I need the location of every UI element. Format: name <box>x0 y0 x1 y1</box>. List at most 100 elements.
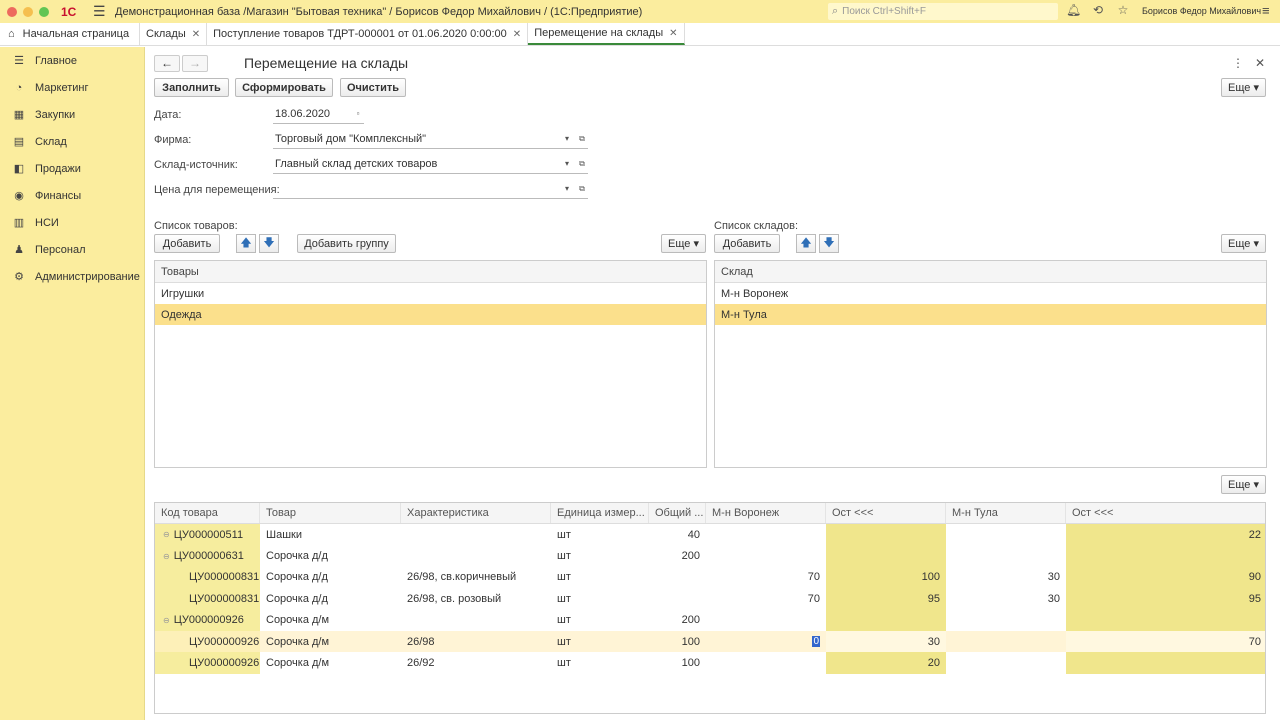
distribution-table[interactable]: Код товара Товар Характеристика Единица … <box>154 502 1266 714</box>
date-field[interactable]: 18.06.2020 ▫ <box>273 105 364 124</box>
add-goods-button[interactable]: Добавить <box>154 234 220 253</box>
col-header-code[interactable]: Код товара <box>155 503 260 523</box>
cell-vor[interactable]: 70 <box>706 567 826 588</box>
collapse-icon[interactable]: ⊖ <box>163 552 170 561</box>
sidebar-item-marketing[interactable]: ◔ Маркетинг <box>0 74 144 101</box>
cell-vor[interactable] <box>706 545 826 566</box>
cell-name[interactable]: Сорочка д/д <box>260 567 401 588</box>
cell-char[interactable]: 26/98, св. розовый <box>401 588 551 609</box>
star-icon[interactable]: ☆ <box>1116 3 1130 17</box>
table-row[interactable]: ЦУ000000831 Сорочка д/д 26/98, св. розовый… <box>155 588 1265 610</box>
cell-unit[interactable]: шт <box>551 588 649 609</box>
cell-ost2[interactable] <box>1066 609 1265 631</box>
cell-tula[interactable]: 30 <box>946 567 1066 588</box>
cell-code[interactable]: ⊖ ЦУ000000511 <box>155 524 260 546</box>
sidebar-item-personnel[interactable]: ♟ Персонал <box>0 236 144 263</box>
add-group-button[interactable]: Добавить группу <box>297 234 396 253</box>
open-icon[interactable]: ⧉ <box>576 157 588 171</box>
cell-ost2[interactable]: 90 <box>1066 566 1265 589</box>
sidebar-item-reference[interactable]: ▥ НСИ <box>0 209 144 236</box>
cell-tula[interactable] <box>946 652 1066 673</box>
dropdown-icon[interactable]: ▾ <box>561 157 573 171</box>
table-row[interactable]: ЦУ000000926 Сорочка д/м 26/98 шт 100 0 30 70 <box>155 630 1265 653</box>
col-header-voronezh[interactable]: М-н Воронеж <box>706 503 826 523</box>
move-down-icon[interactable]: 🡇 <box>819 234 839 253</box>
cell-name[interactable]: Сорочка д/м <box>260 610 401 631</box>
collapse-icon[interactable]: ⊖ <box>163 530 170 539</box>
close-icon[interactable]: ✕ <box>669 28 677 39</box>
list-item[interactable]: М-н Воронеж <box>715 283 1266 304</box>
sidebar-item-administration[interactable]: ⚙ Администрирование <box>0 263 144 290</box>
table-row[interactable]: ЦУ000000831 Сорочка д/д 26/98, св.коричнев… <box>155 566 1265 589</box>
dropdown-icon[interactable]: ▾ <box>561 182 573 196</box>
fill-button[interactable]: Заполнить <box>154 78 229 97</box>
move-down-icon[interactable]: 🡇 <box>259 234 279 253</box>
cell-unit[interactable]: шт <box>551 524 649 545</box>
table-row[interactable]: ⊖ ЦУ000000631 Сорочка д/д шт 200 <box>155 545 1265 567</box>
sidebar-item-main[interactable]: ☰ Главное <box>0 47 144 74</box>
cell-vor[interactable] <box>706 652 826 673</box>
cell-ost2[interactable]: 22 <box>1066 524 1265 546</box>
cell-unit[interactable]: шт <box>551 631 649 652</box>
goods-more-button[interactable]: Еще ▾ <box>661 234 706 253</box>
generate-button[interactable]: Сформировать <box>235 78 333 97</box>
cell-unit[interactable]: шт <box>551 567 649 588</box>
calendar-icon[interactable]: ▫ <box>352 107 364 121</box>
cell-code[interactable]: ЦУ000000831 <box>155 588 260 610</box>
dropdown-icon[interactable]: ▾ <box>561 132 573 146</box>
cell-char[interactable]: 26/98 <box>401 631 551 652</box>
table-row[interactable]: ЦУ000000926 Сорочка д/м 26/92 шт 100 20 <box>155 652 1265 674</box>
cell-ost1[interactable]: 30 <box>826 630 946 653</box>
clear-button[interactable]: Очистить <box>340 78 406 97</box>
stores-list[interactable]: Склад М-н Воронеж М-н Тула <box>714 260 1267 468</box>
cell-unit[interactable]: шт <box>551 652 649 673</box>
bell-icon[interactable]: 🔔︎ <box>1066 3 1081 17</box>
cell-name[interactable]: Сорочка д/д <box>260 545 401 566</box>
forward-button[interactable]: → <box>182 55 208 72</box>
cell-total[interactable]: 200 <box>649 545 706 566</box>
cell-code[interactable]: ⊖ ЦУ000000631 <box>155 545 260 567</box>
cell-char[interactable] <box>401 610 551 631</box>
close-icon[interactable]: ✕ <box>513 29 521 40</box>
cell-char[interactable] <box>401 524 551 545</box>
cell-total[interactable]: 40 <box>649 524 706 545</box>
cell-code[interactable]: ЦУ000000926 <box>155 652 260 674</box>
col-header-characteristic[interactable]: Характеристика <box>401 503 551 523</box>
cell-vor[interactable] <box>706 610 826 631</box>
global-search-input[interactable]: ⌕ Поиск Ctrl+Shift+F <box>828 3 1058 20</box>
cell-ost1[interactable]: 100 <box>826 566 946 589</box>
list-item[interactable]: М-н Тула <box>715 304 1266 325</box>
close-window-button[interactable] <box>7 6 17 17</box>
col-header-unit[interactable]: Единица измер... <box>551 503 649 523</box>
source-warehouse-field[interactable]: Главный склад детских товаров ▾ ⧉ <box>273 155 588 174</box>
goods-list-header[interactable]: Товары <box>155 261 706 283</box>
current-user[interactable]: Борисов Федор Михайлович <box>1142 6 1261 16</box>
cell-char[interactable] <box>401 545 551 566</box>
cell-total[interactable] <box>649 567 706 588</box>
main-menu-icon[interactable]: ☰ <box>93 3 107 20</box>
list-item[interactable]: Одежда <box>155 304 706 325</box>
cell-name[interactable]: Сорочка д/д <box>260 588 401 609</box>
cell-code[interactable]: ЦУ000000926 <box>155 630 260 653</box>
open-icon[interactable]: ⧉ <box>576 182 588 196</box>
cell-tula[interactable]: 30 <box>946 588 1066 609</box>
kebab-menu-icon[interactable]: ⋮ <box>1232 56 1244 70</box>
table-row[interactable]: ⊖ ЦУ000000511 Шашки шт 40 22 <box>155 524 1265 546</box>
cell-ost1[interactable]: 20 <box>826 652 946 674</box>
open-icon[interactable]: ⧉ <box>576 132 588 146</box>
table-row[interactable]: ⊖ ЦУ000000926 Сорочка д/м шт 200 <box>155 609 1265 631</box>
col-header-tula[interactable]: М-н Тула <box>946 503 1066 523</box>
tab-home[interactable]: ⌂ Начальная страница <box>0 23 140 45</box>
more-button[interactable]: Еще ▾ <box>1221 78 1266 97</box>
cell-unit[interactable]: шт <box>551 545 649 566</box>
add-store-button[interactable]: Добавить <box>714 234 780 253</box>
back-button[interactable]: ← <box>154 55 180 72</box>
cell-unit[interactable]: шт <box>551 610 649 631</box>
close-icon[interactable]: ✕ <box>192 29 200 40</box>
maximize-window-button[interactable] <box>39 6 49 17</box>
stores-list-header[interactable]: Склад <box>715 261 1266 283</box>
list-item[interactable]: Игрушки <box>155 283 706 304</box>
cell-ost1[interactable] <box>826 609 946 631</box>
cell-ost2[interactable]: 95 <box>1066 588 1265 610</box>
cell-code[interactable]: ЦУ000000831 <box>155 566 260 589</box>
